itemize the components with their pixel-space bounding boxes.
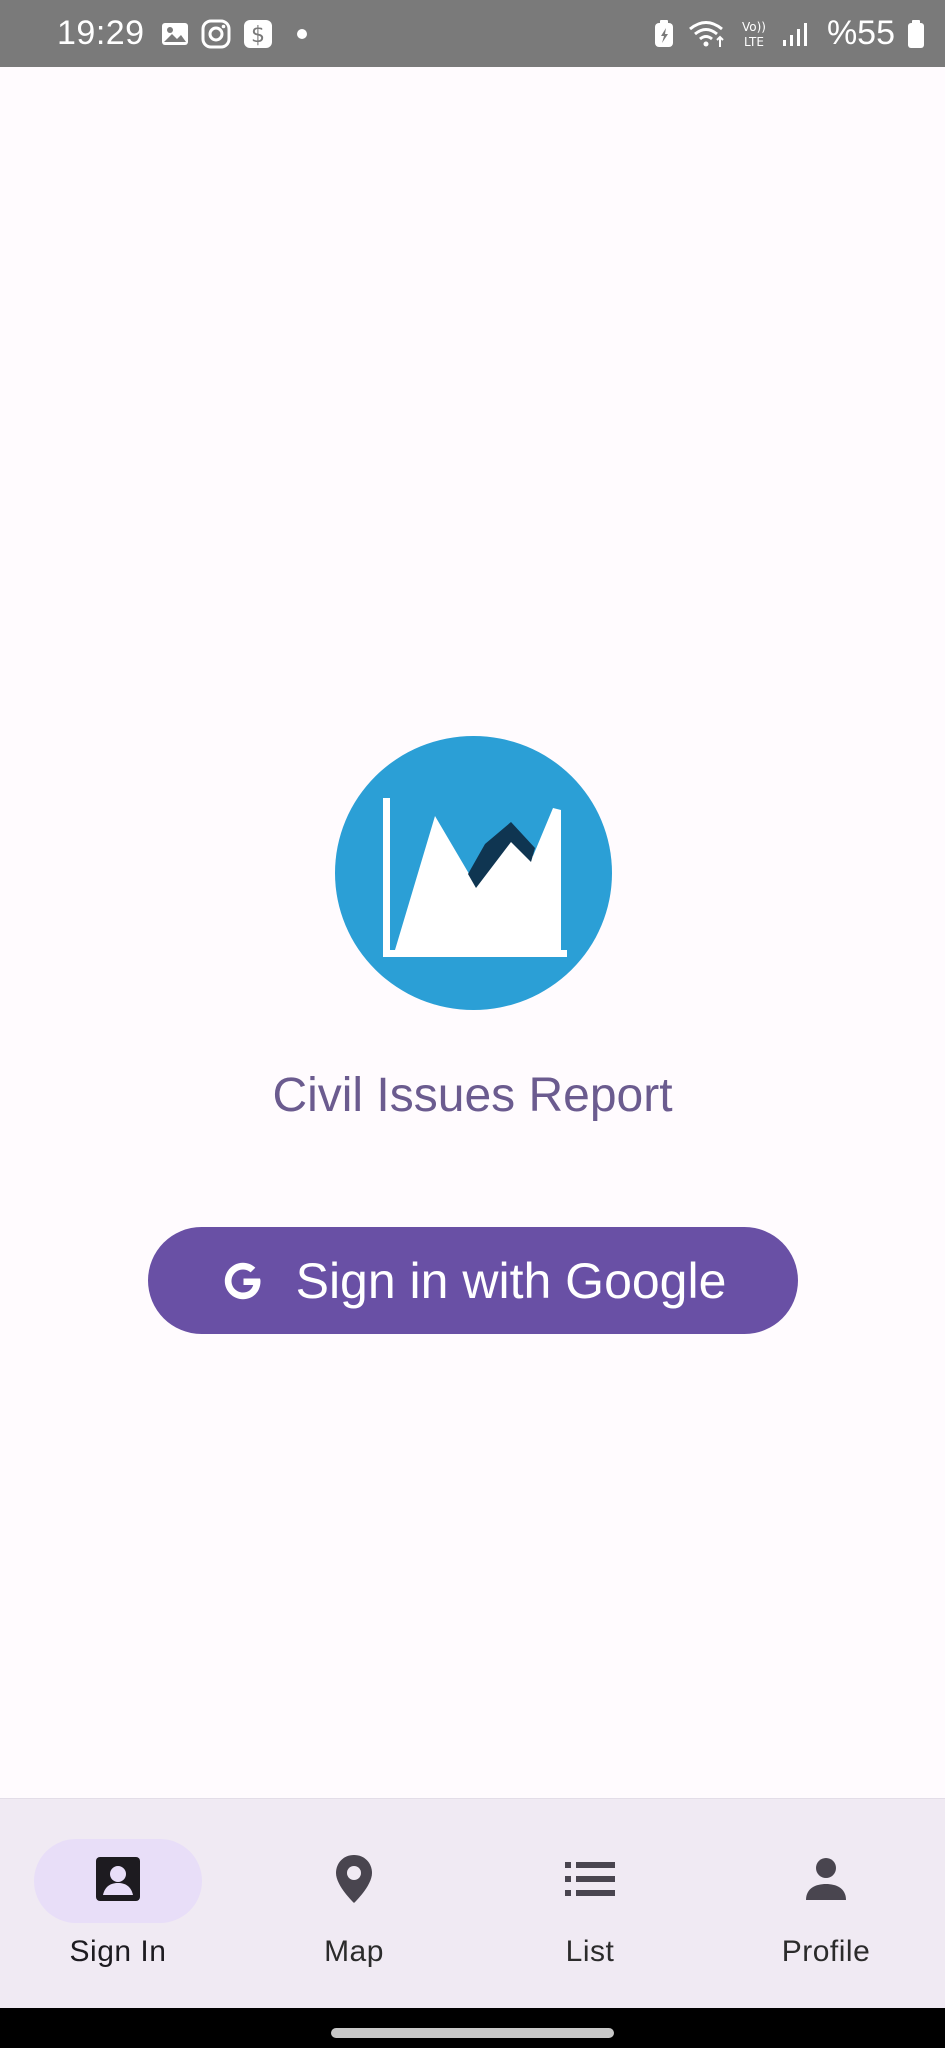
nav-item-sign-in[interactable]: Sign In bbox=[0, 1799, 236, 2009]
nav-label-map: Map bbox=[324, 1935, 384, 1968]
nav-item-map[interactable]: Map bbox=[236, 1799, 472, 2009]
account-box-icon bbox=[94, 1855, 142, 1908]
nav-active-indicator bbox=[34, 1839, 202, 1923]
google-icon bbox=[220, 1258, 266, 1304]
status-time: 19:29 bbox=[57, 14, 145, 52]
nav-icon-container bbox=[506, 1839, 674, 1923]
dot-icon bbox=[296, 28, 307, 39]
dollar-app-icon: $ bbox=[243, 19, 273, 49]
area-chart-logo-icon bbox=[335, 736, 612, 1010]
battery-saver-icon bbox=[653, 19, 675, 49]
volte-icon: Vo)) LTE bbox=[739, 18, 769, 50]
nav-icon-container bbox=[270, 1839, 438, 1923]
nav-label-profile: Profile bbox=[781, 1935, 871, 1968]
nav-item-profile[interactable]: Profile bbox=[708, 1799, 944, 2009]
battery-percent: %55 bbox=[826, 14, 895, 52]
nav-icon-container bbox=[742, 1839, 910, 1923]
system-gesture-bar bbox=[0, 2008, 945, 2048]
home-gesture-handle[interactable] bbox=[331, 2028, 614, 2038]
person-icon bbox=[804, 1856, 848, 1907]
status-notification-icons: $ bbox=[161, 19, 307, 49]
svg-text:LTE: LTE bbox=[744, 35, 764, 49]
status-system-icons: Vo)) LTE %55 bbox=[653, 14, 925, 53]
nav-item-list[interactable]: List bbox=[472, 1799, 708, 2009]
app-title: Civil Issues Report bbox=[272, 1069, 673, 1122]
battery-icon bbox=[907, 19, 925, 49]
nav-label-list: List bbox=[565, 1935, 615, 1968]
instagram-icon bbox=[201, 19, 231, 49]
wifi-icon bbox=[687, 19, 727, 49]
bottom-navigation: Sign In Map List Profile bbox=[0, 1798, 945, 2009]
screen: 19:29 $ Vo)) LTE %55 Civil Issues Report… bbox=[0, 0, 945, 2048]
status-bar: 19:29 $ Vo)) LTE %55 bbox=[0, 0, 945, 67]
sign-in-button-label: Sign in with Google bbox=[295, 1252, 727, 1309]
list-icon bbox=[565, 1861, 615, 1901]
nav-label-sign-in: Sign In bbox=[69, 1935, 167, 1968]
sign-in-with-google-button[interactable]: Sign in with Google bbox=[148, 1227, 798, 1334]
svg-text:Vo)): Vo)) bbox=[742, 20, 766, 34]
gallery-icon bbox=[161, 20, 189, 48]
map-pin-icon bbox=[334, 1853, 374, 1910]
svg-text:$: $ bbox=[251, 23, 265, 48]
signal-icon bbox=[781, 20, 809, 48]
